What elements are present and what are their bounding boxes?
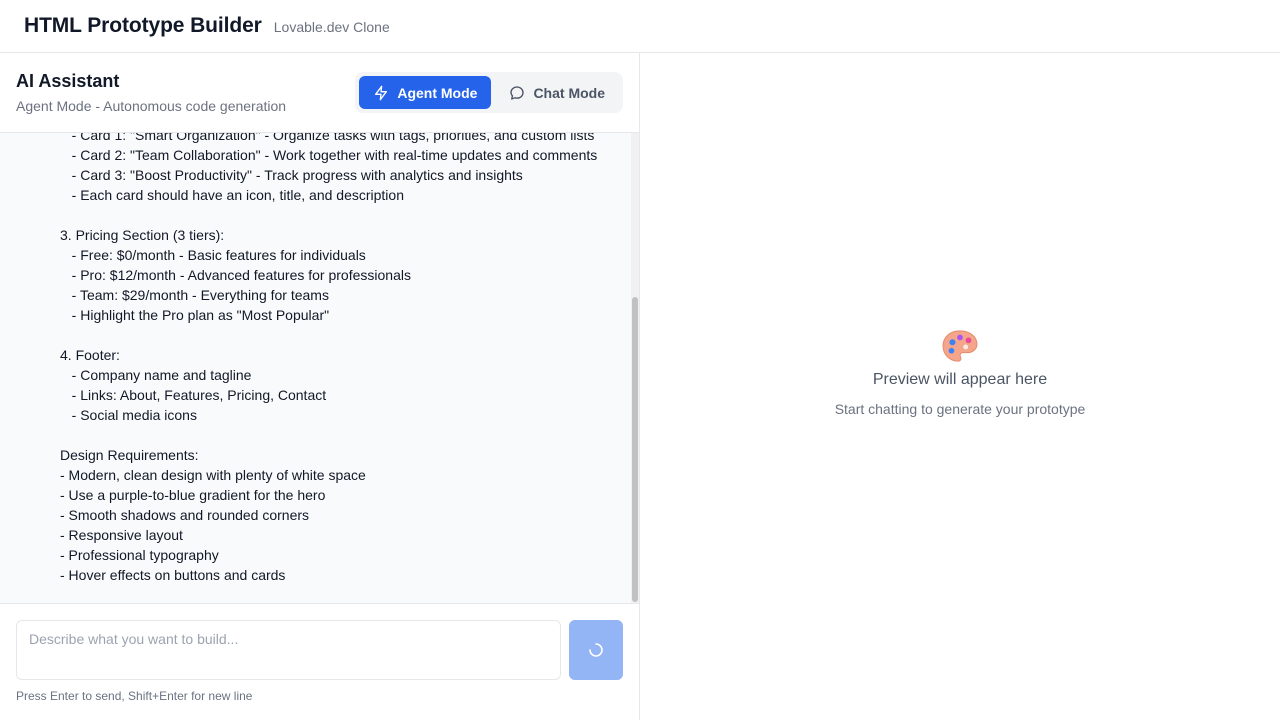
mode-toggle: Agent Mode Chat Mode: [355, 72, 623, 113]
preview-subtitle: Start chatting to generate your prototyp…: [834, 400, 1086, 417]
loading-spinner-icon: [589, 643, 603, 657]
chat-bubble-icon: [510, 85, 525, 100]
agent-mode-label: Agent Mode: [397, 84, 478, 101]
preview-empty-state: Preview will appear here Start chatting …: [834, 329, 1086, 417]
chat-messages[interactable]: - Card 1: "Smart Organization" - Organiz…: [0, 133, 639, 603]
lightning-icon: [375, 85, 388, 100]
assistant-title: AI Assistant: [16, 71, 120, 91]
app-title: HTML Prototype Builder: [24, 14, 262, 37]
chat-mode-button[interactable]: Chat Mode: [495, 76, 619, 109]
assistant-header: AI Assistant Agent Mode - Autonomous cod…: [0, 53, 639, 133]
composer-hint: Press Enter to send, Shift+Enter for new…: [16, 689, 253, 703]
send-button[interactable]: [569, 620, 623, 680]
app-subtitle: Lovable.dev Clone: [273, 19, 390, 35]
chat-mode-label: Chat Mode: [533, 84, 605, 101]
agent-mode-button[interactable]: Agent Mode: [359, 76, 492, 109]
preview-title: Preview will appear here: [872, 370, 1048, 388]
composer: Press Enter to send, Shift+Enter for new…: [0, 603, 639, 720]
top-header: HTML Prototype Builder Lovable.dev Clone: [0, 0, 1280, 53]
prompt-input[interactable]: [16, 620, 562, 680]
main-area: AI Assistant Agent Mode - Autonomous cod…: [0, 53, 1280, 720]
app-root: HTML Prototype Builder Lovable.dev Clone…: [0, 0, 1280, 720]
assistant-heading-group: AI Assistant Agent Mode - Autonomous cod…: [16, 71, 286, 114]
chat-scrollbar[interactable]: [631, 133, 639, 603]
assistant-subtitle: Agent Mode - Autonomous code generation: [16, 98, 287, 114]
chat-scrollbar-thumb[interactable]: [632, 297, 638, 602]
composer-row: [16, 620, 623, 680]
palette-icon: [942, 329, 978, 362]
preview-panel: Preview will appear here Start chatting …: [640, 53, 1280, 720]
assistant-panel: AI Assistant Agent Mode - Autonomous cod…: [0, 53, 640, 720]
user-message-text: - Card 1: "Smart Organization" - Organiz…: [60, 133, 598, 583]
